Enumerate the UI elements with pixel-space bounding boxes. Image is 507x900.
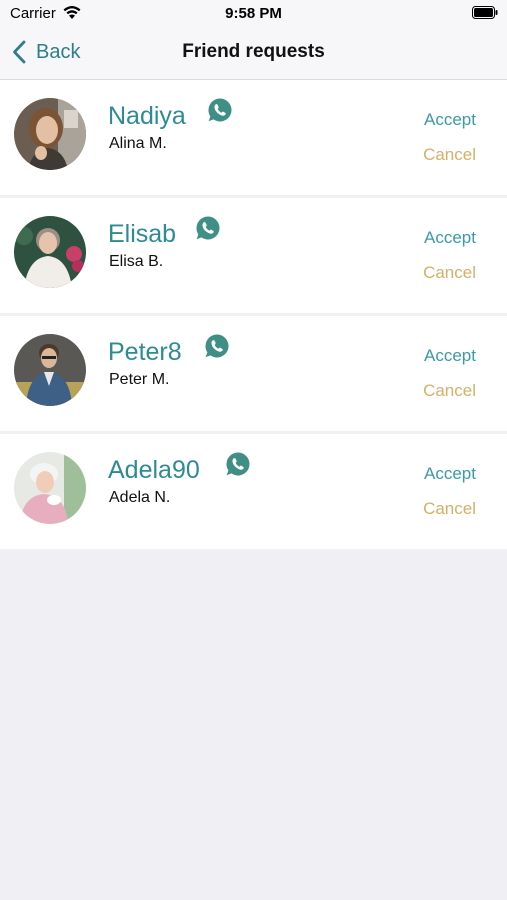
accept-button[interactable]: Accept	[424, 110, 476, 130]
avatar[interactable]	[14, 452, 86, 524]
avatar[interactable]	[14, 98, 86, 170]
accept-button[interactable]: Accept	[424, 464, 476, 484]
page-title: Friend requests	[182, 41, 325, 62]
request-full-name: Elisa B.	[109, 253, 164, 270]
friend-request-row: Peter8 Peter M. Accept Cancel	[0, 316, 507, 431]
status-bar: Carrier 9:58 PM	[0, 0, 507, 28]
request-username: Nadiya	[108, 102, 186, 130]
request-username: Peter8	[108, 338, 182, 366]
cancel-button[interactable]: Cancel	[423, 499, 476, 519]
request-username: Adela90	[108, 456, 200, 484]
accept-button[interactable]: Accept	[424, 228, 476, 248]
cancel-button[interactable]: Cancel	[423, 381, 476, 401]
whatsapp-icon[interactable]	[207, 97, 233, 123]
cancel-button[interactable]: Cancel	[423, 145, 476, 165]
friend-request-list: Nadiya Alina M. Accept Cancel Elisab Eli…	[0, 80, 507, 552]
friend-request-row: Adela90 Adela N. Accept Cancel	[0, 434, 507, 549]
whatsapp-icon[interactable]	[195, 215, 221, 241]
navigation-bar: Back Friend requests	[0, 28, 507, 80]
request-full-name: Alina M.	[109, 135, 167, 152]
battery-icon	[472, 6, 498, 19]
friend-request-row: Elisab Elisa B. Accept Cancel	[0, 198, 507, 313]
avatar[interactable]	[14, 334, 86, 406]
friend-request-row: Nadiya Alina M. Accept Cancel	[0, 80, 507, 195]
request-username: Elisab	[108, 220, 177, 248]
whatsapp-icon[interactable]	[204, 333, 230, 359]
status-time: 9:58 PM	[225, 5, 282, 22]
cancel-button[interactable]: Cancel	[423, 263, 476, 283]
request-full-name: Peter M.	[109, 371, 170, 388]
accept-button[interactable]: Accept	[424, 346, 476, 366]
request-full-name: Adela N.	[109, 489, 171, 506]
avatar[interactable]	[14, 216, 86, 288]
whatsapp-icon[interactable]	[225, 451, 251, 477]
